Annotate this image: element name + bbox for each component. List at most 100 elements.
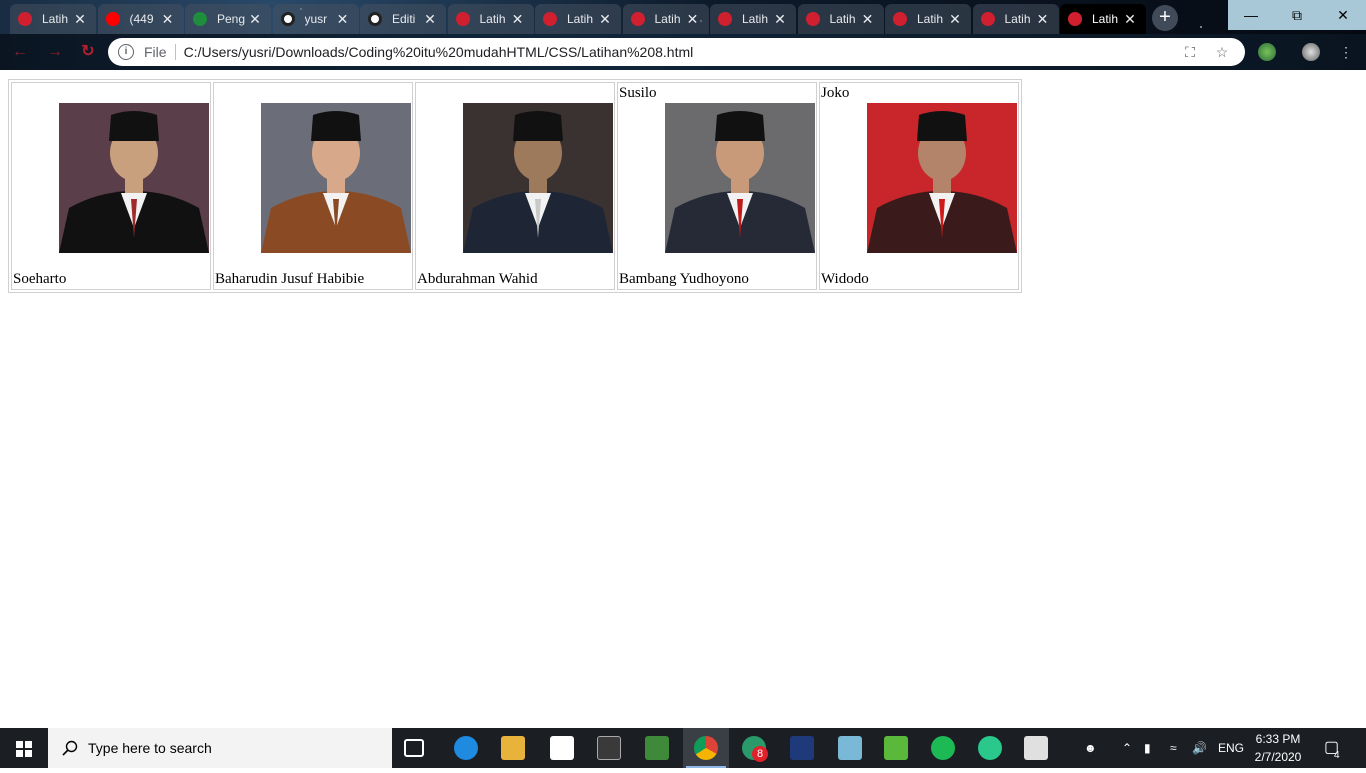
- volume-icon[interactable]: 🔊: [1192, 728, 1207, 768]
- red-circle-icon: [980, 12, 995, 26]
- chevron-up-icon[interactable]: ⌃: [1122, 728, 1132, 768]
- browser-tab[interactable]: Latih ✕: [622, 4, 709, 34]
- filezilla-icon[interactable]: [790, 736, 814, 760]
- forward-icon[interactable]: →: [45, 42, 65, 62]
- whatsapp-badge: 8: [752, 746, 768, 762]
- app-icon[interactable]: [1024, 736, 1048, 760]
- browser-tab[interactable]: Latih ✕: [10, 4, 96, 34]
- spotify-icon[interactable]: [931, 736, 955, 760]
- store-icon[interactable]: [550, 736, 574, 760]
- browser-tab[interactable]: Latih ✕: [710, 4, 796, 34]
- browser-tab[interactable]: (449 ✕: [97, 4, 184, 34]
- close-tab-icon[interactable]: ✕: [335, 11, 351, 28]
- close-tab-icon[interactable]: ✕: [247, 11, 263, 28]
- tab-title: Peng: [217, 12, 246, 26]
- taskbar: Type here to search 8 ☻ ⌃ ▮ ≈ 🔊 ENG 6:33…: [0, 728, 1366, 768]
- site-info-icon[interactable]: i: [118, 44, 134, 60]
- close-tab-icon[interactable]: ✕: [1035, 11, 1051, 28]
- wifi-icon[interactable]: ≈: [1170, 728, 1177, 768]
- president-cell: Baharudin Jusuf Habibie: [213, 82, 413, 290]
- president-first-name: [13, 84, 209, 102]
- close-tab-icon[interactable]: ✕: [947, 11, 963, 28]
- notification-icon[interactable]: ▢: [1324, 728, 1339, 768]
- people-icon[interactable]: ☻: [1084, 728, 1097, 768]
- president-photo: [59, 103, 209, 253]
- app-icon[interactable]: [838, 736, 862, 760]
- browser-tab[interactable]: Latih ✕: [535, 4, 621, 34]
- menu-icon[interactable]: ⋮: [1336, 42, 1356, 62]
- translate-icon[interactable]: ⛶: [1181, 44, 1199, 61]
- tab-title: Latih: [1092, 12, 1119, 26]
- url-text[interactable]: C:/Users/yusri/Downloads/Coding%20itu%20…: [184, 44, 1181, 60]
- close-tab-icon[interactable]: ✕: [685, 11, 701, 28]
- tab-title: Latih: [479, 12, 506, 26]
- taskbar-search-box[interactable]: Type here to search: [48, 728, 392, 768]
- browser-tab[interactable]: Latih ✕: [885, 4, 971, 34]
- close-tab-icon[interactable]: ✕: [772, 11, 788, 28]
- background-star: [1200, 26, 1202, 28]
- close-tab-icon[interactable]: ✕: [597, 11, 613, 28]
- close-window-button[interactable]: ✕: [1320, 0, 1366, 30]
- unity-icon[interactable]: [597, 736, 621, 760]
- reload-icon[interactable]: ↻: [78, 42, 98, 62]
- profile-avatar[interactable]: [1302, 43, 1320, 61]
- table-row: Soeharto Baharudin Jusuf Habibie Abdurahma…: [11, 82, 1019, 290]
- browser-tab[interactable]: Latih ✕: [1060, 4, 1146, 34]
- restore-button[interactable]: ⧉: [1274, 0, 1320, 30]
- start-button[interactable]: [0, 728, 48, 768]
- notification-count: 4: [1334, 750, 1340, 761]
- close-tab-icon[interactable]: ✕: [160, 11, 176, 28]
- github-icon: [280, 12, 295, 26]
- red-circle-icon: [18, 12, 32, 26]
- tab-title: Latih: [742, 12, 769, 26]
- close-tab-icon[interactable]: ✕: [1122, 11, 1138, 28]
- red-circle-icon: [718, 12, 732, 26]
- language-indicator[interactable]: ENG: [1218, 728, 1244, 768]
- bookmark-star-icon[interactable]: ☆: [1213, 44, 1231, 61]
- tab-title: (449: [129, 12, 154, 26]
- windows-logo-icon: [16, 741, 32, 757]
- extension-icon[interactable]: [1258, 43, 1276, 61]
- close-tab-icon[interactable]: ✕: [510, 11, 526, 28]
- back-icon[interactable]: ←: [10, 42, 30, 62]
- clock-time: 6:33 PM: [1255, 732, 1301, 746]
- search-icon: [62, 740, 78, 756]
- browser-tab[interactable]: Latih ✕: [797, 4, 884, 34]
- president-first-name: [417, 84, 613, 102]
- app-icon[interactable]: [645, 736, 669, 760]
- red-circle-icon: [455, 12, 470, 26]
- tab-title: Latih: [917, 12, 944, 26]
- atom-icon[interactable]: [978, 736, 1002, 760]
- president-first-name: Susilo: [619, 85, 657, 101]
- tab-title: Latih: [567, 12, 594, 26]
- tab-title: Latih: [1004, 12, 1031, 26]
- red-circle-icon: [1068, 12, 1082, 26]
- close-tab-icon[interactable]: ✕: [860, 11, 876, 28]
- file-explorer-icon[interactable]: [501, 736, 525, 760]
- close-tab-icon[interactable]: ✕: [72, 11, 88, 28]
- minimize-button[interactable]: —: [1228, 0, 1274, 30]
- tab-title: Editi: [392, 12, 416, 26]
- browser-tab[interactable]: Editi ✕: [360, 4, 446, 34]
- new-tab-button[interactable]: +: [1152, 5, 1178, 31]
- browser-tab[interactable]: yusr ✕: [272, 4, 359, 34]
- edge-icon[interactable]: [454, 736, 478, 760]
- battery-icon[interactable]: ▮: [1144, 728, 1151, 768]
- address-bar[interactable]: i File C:/Users/yusri/Downloads/Coding%2…: [108, 38, 1245, 66]
- browser-tab[interactable]: Latih ✕: [972, 4, 1059, 34]
- clock[interactable]: 6:33 PM 2/7/2020: [1250, 730, 1306, 766]
- app-icon[interactable]: [884, 736, 908, 760]
- tab-strip: Latih ✕ (449 ✕ Peng ✕ yusr ✕ Editi ✕ Latih ✕ Latih ✕ L…: [0, 0, 1366, 34]
- browser-tab[interactable]: Latih ✕: [447, 4, 534, 34]
- github-icon: [368, 12, 382, 26]
- task-view-icon[interactable]: [404, 739, 424, 757]
- browser-tab[interactable]: Peng ✕: [185, 4, 271, 34]
- president-cell: Susilo Bambang Yudhoyono: [617, 82, 817, 290]
- president-cell: Joko Widodo: [819, 82, 1019, 290]
- close-tab-icon[interactable]: ✕: [422, 11, 438, 28]
- tab-title: Latih: [829, 12, 856, 26]
- red-circle-icon: [543, 12, 557, 26]
- president-photo: [261, 103, 411, 253]
- chrome-icon[interactable]: [694, 736, 718, 760]
- red-circle-icon: [805, 12, 820, 26]
